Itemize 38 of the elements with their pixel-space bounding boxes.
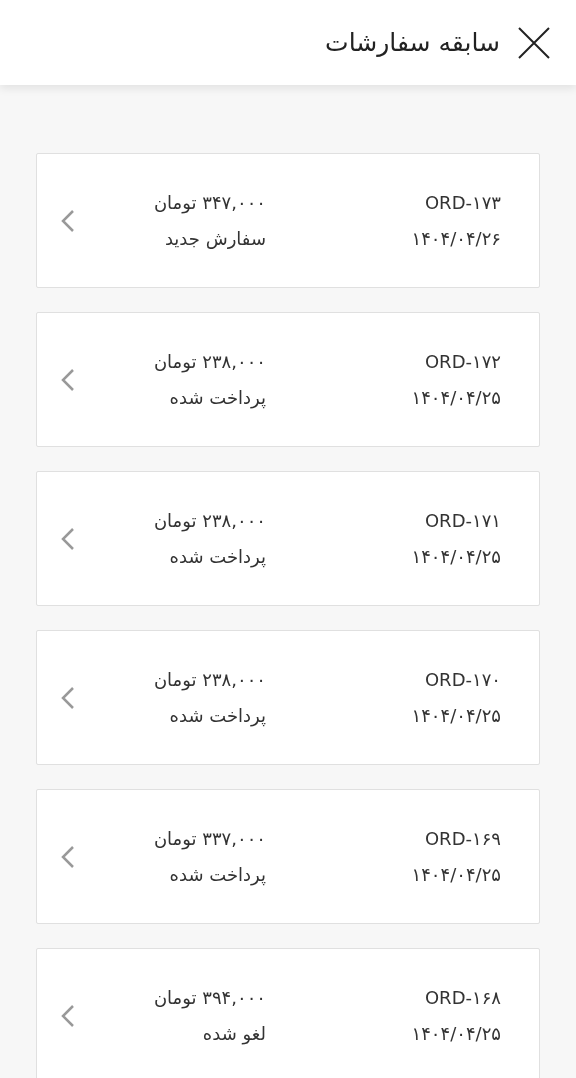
order-number: ORD-۱۷۱ — [424, 508, 501, 533]
order-number: ORD-۱۷۰ — [424, 667, 501, 692]
order-amount: ۳۳۷,۰۰۰ تومان — [153, 826, 266, 851]
order-date: ۱۴۰۴/۰۴/۲۵ — [411, 385, 501, 410]
order-status: سفارش جدید — [164, 226, 266, 251]
chevron-left-icon — [61, 685, 75, 710]
order-date: ۱۴۰۴/۰۴/۲۵ — [411, 862, 501, 887]
order-date: ۱۴۰۴/۰۴/۲۶ — [411, 226, 501, 251]
order-amount: ۲۳۸,۰۰۰ تومان — [153, 508, 266, 533]
chevron-left-icon — [61, 367, 75, 392]
order-status: پرداخت شده — [169, 544, 266, 569]
order-date: ۱۴۰۴/۰۴/۲۵ — [411, 703, 501, 728]
order-amount: ۳۴۷,۰۰۰ تومان — [153, 190, 266, 215]
order-amount: ۳۹۴,۰۰۰ تومان — [153, 985, 266, 1010]
order-card[interactable]: ORD-۱۷۲ ۱۴۰۴/۰۴/۲۵ ۲۳۸,۰۰۰ تومان پرداخت شده — [36, 312, 540, 447]
close-icon[interactable] — [518, 26, 550, 59]
order-card[interactable]: ORD-۱۷۰ ۱۴۰۴/۰۴/۲۵ ۲۳۸,۰۰۰ تومان پرداخت شده — [36, 630, 540, 765]
order-number: ORD-۱۶۸ — [424, 985, 501, 1010]
order-date: ۱۴۰۴/۰۴/۲۵ — [411, 544, 501, 569]
order-card[interactable]: ORD-۱۶۸ ۱۴۰۴/۰۴/۲۵ ۳۹۴,۰۰۰ تومان لغو شده — [36, 948, 540, 1078]
order-card[interactable]: ORD-۱۷۳ ۱۴۰۴/۰۴/۲۶ ۳۴۷,۰۰۰ تومان سفارش جدید — [36, 153, 540, 288]
order-amount: ۲۳۸,۰۰۰ تومان — [153, 349, 266, 374]
order-status: پرداخت شده — [169, 385, 266, 410]
chevron-left-icon — [61, 526, 75, 551]
page-title: سابقه سفارشات — [325, 28, 500, 57]
chevron-left-icon — [61, 208, 75, 233]
order-card[interactable]: ORD-۱۶۹ ۱۴۰۴/۰۴/۲۵ ۳۳۷,۰۰۰ تومان پرداخت شده — [36, 789, 540, 924]
chevron-left-icon — [61, 844, 75, 869]
order-amount: ۲۳۸,۰۰۰ تومان — [153, 667, 266, 692]
order-number: ORD-۱۷۲ — [424, 349, 501, 374]
chevron-left-icon — [61, 1003, 75, 1028]
order-status: لغو شده — [202, 1021, 266, 1046]
order-number: ORD-۱۷۳ — [424, 190, 501, 215]
order-date: ۱۴۰۴/۰۴/۲۵ — [411, 1021, 501, 1046]
order-number: ORD-۱۶۹ — [424, 826, 501, 851]
order-card[interactable]: ORD-۱۷۱ ۱۴۰۴/۰۴/۲۵ ۲۳۸,۰۰۰ تومان پرداخت شده — [36, 471, 540, 606]
order-status: پرداخت شده — [169, 862, 266, 887]
order-status: پرداخت شده — [169, 703, 266, 728]
